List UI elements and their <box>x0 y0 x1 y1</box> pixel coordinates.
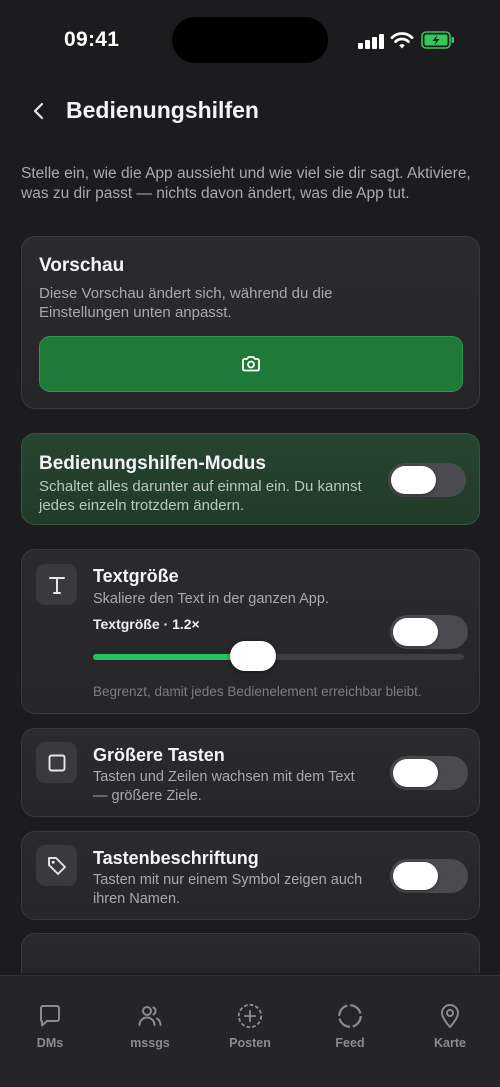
text-size-card: Textgröße Skaliere den Text in der ganze… <box>21 549 480 714</box>
button-labels-description: Tasten mit nur einem Symbol zeigen auch … <box>93 872 363 907</box>
text-size-slider-label: Textgröße · 1.2× <box>93 616 200 632</box>
text-glyph <box>48 576 65 594</box>
settings-screen: 09:41 Bedienungshilfen Stelle ein, wie d… <box>0 0 500 1087</box>
preview-title: Vorschau <box>39 255 125 276</box>
plus-circle-icon <box>236 1002 264 1030</box>
nav-header: Bedienungshilfen <box>0 88 500 134</box>
toggle-knob <box>393 862 438 890</box>
status-time: 09:41 <box>64 28 120 51</box>
tab-posten[interactable]: Posten <box>200 976 300 1056</box>
next-setting-card <box>21 933 480 973</box>
text-icon <box>36 564 77 605</box>
tab-karte[interactable]: Karte <box>400 976 500 1056</box>
tab-label: mssgs <box>130 1036 170 1050</box>
tab-bar: DMs mssgs Posten Feed Karte <box>0 975 500 1087</box>
square-glyph <box>48 754 65 771</box>
wifi-icon <box>390 32 414 49</box>
tab-label: Feed <box>335 1036 365 1050</box>
larger-buttons-description: Tasten und Zeilen wachsen mit dem Text —… <box>93 769 355 804</box>
chat-bubble-icon <box>36 1002 64 1030</box>
tab-label: DMs <box>36 1036 64 1050</box>
dynamic-island <box>172 17 328 63</box>
page-title: Bedienungshilfen <box>66 97 259 123</box>
preview-card: Vorschau Diese Vorschau ändert sich, wäh… <box>21 236 480 409</box>
tab-mssgs[interactable]: mssgs <box>100 976 200 1056</box>
larger-buttons-title: Größere Tasten <box>93 745 225 765</box>
toggle-knob <box>391 466 436 494</box>
slider-fill <box>93 654 253 660</box>
battery-charging-icon <box>421 31 454 49</box>
larger-buttons-card: Größere Tasten Tasten und Zeilen wachsen… <box>21 728 480 817</box>
intro-text: Stelle ein, wie die App aussieht und wie… <box>21 165 471 202</box>
toggle-knob <box>393 759 438 787</box>
button-labels-title: Tastenbeschriftung <box>93 848 259 868</box>
preview-button[interactable] <box>39 336 463 392</box>
text-size-description: Skaliere den Text in der ganzen App. <box>93 591 329 607</box>
mode-title: Bedienungshilfen-Modus <box>39 453 266 474</box>
mode-description: Schaltet alles darunter auf einmal ein. … <box>39 478 362 514</box>
text-size-note: Begrenzt, damit jedes Bedienelement erre… <box>93 684 422 699</box>
chevron-left-icon <box>33 102 44 120</box>
button-labels-card: Tastenbeschriftung Tasten mit nur einem … <box>21 831 480 920</box>
text-size-slider[interactable] <box>93 641 464 671</box>
larger-buttons-toggle[interactable] <box>390 756 468 790</box>
camera-icon <box>242 356 260 372</box>
back-button[interactable] <box>26 97 52 125</box>
square-icon <box>36 742 77 783</box>
map-pin-icon <box>436 1002 464 1030</box>
tab-dms[interactable]: DMs <box>0 976 100 1056</box>
toggle-knob <box>393 618 438 646</box>
accessibility-mode-card: Bedienungshilfen-Modus Schaltet alles da… <box>21 433 480 525</box>
mode-toggle[interactable] <box>388 463 466 497</box>
users-icon <box>136 1002 164 1030</box>
signal-icon <box>358 33 384 49</box>
tab-feed[interactable]: Feed <box>300 976 400 1056</box>
status-bar: 09:41 <box>0 0 500 80</box>
tag-icon <box>36 845 77 886</box>
tab-label: Posten <box>229 1036 271 1050</box>
tag-glyph <box>47 856 66 875</box>
text-size-title: Textgröße <box>93 566 179 586</box>
button-labels-toggle[interactable] <box>390 859 468 893</box>
preview-description: Diese Vorschau ändert sich, während du d… <box>39 285 333 321</box>
tab-label: Karte <box>434 1036 466 1050</box>
slider-thumb[interactable] <box>229 641 276 671</box>
text-size-toggle[interactable] <box>390 615 468 649</box>
circle-icon <box>336 1002 364 1030</box>
